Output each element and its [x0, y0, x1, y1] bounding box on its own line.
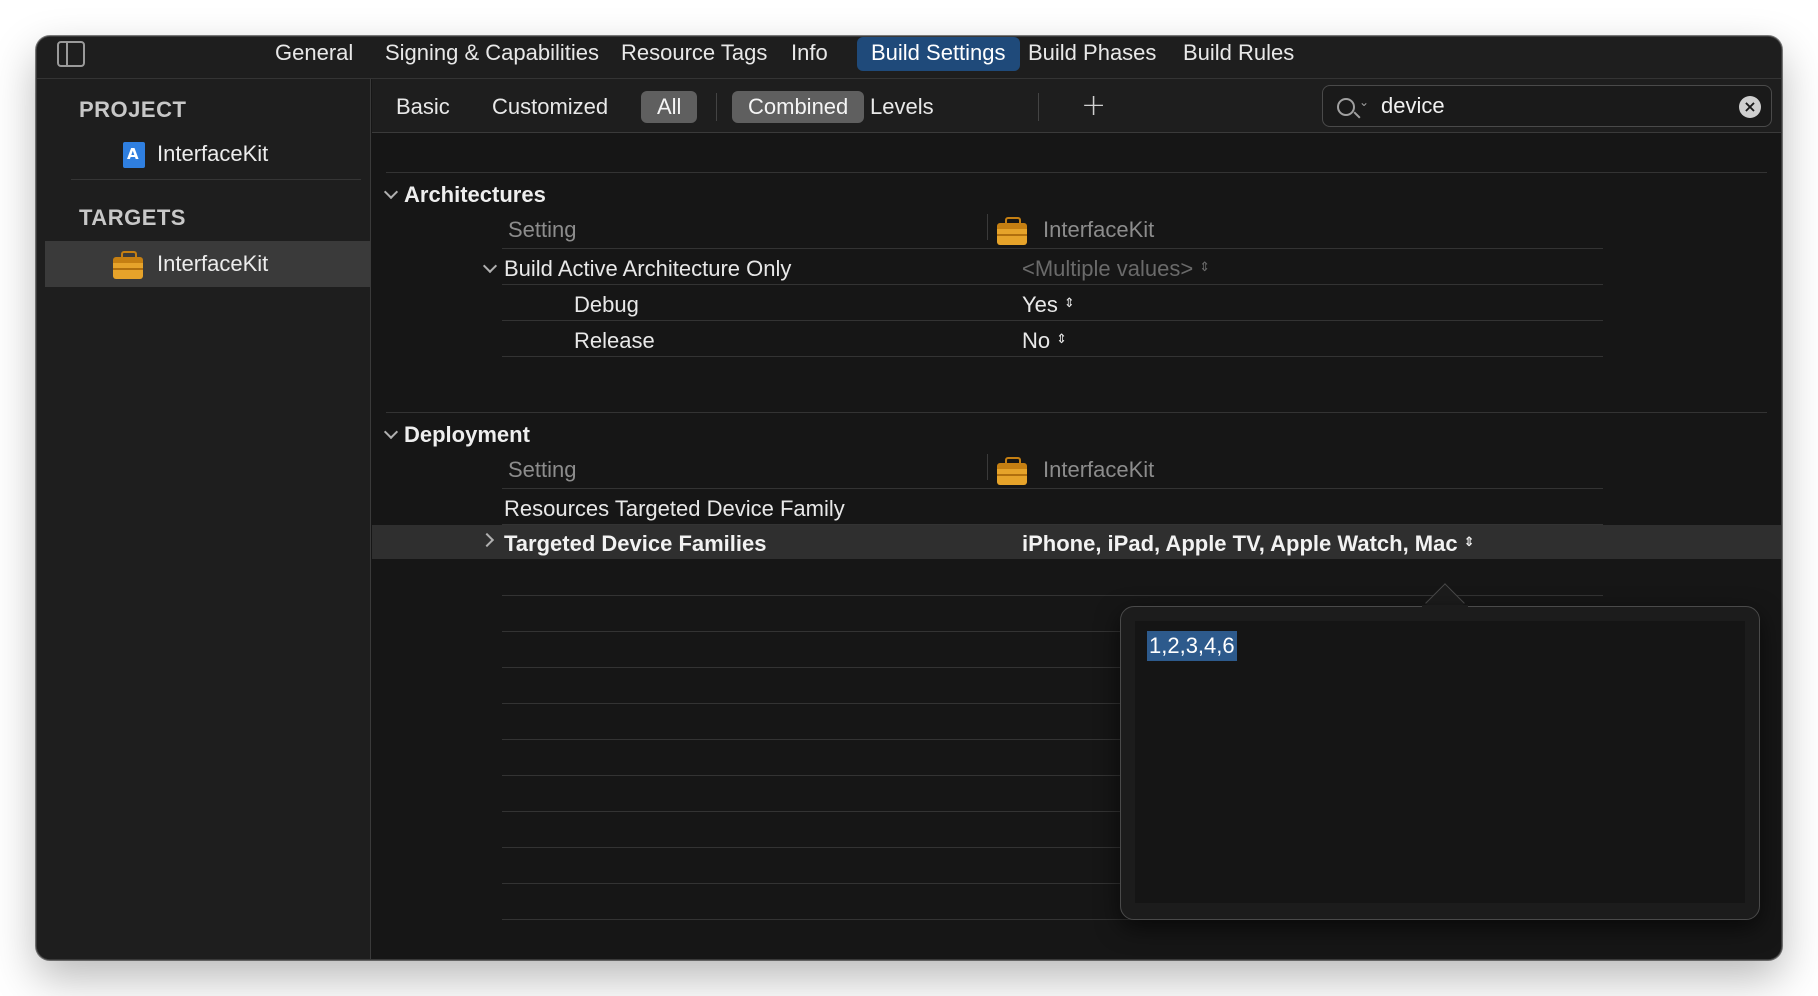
setting-name-debug[interactable]: Debug [574, 292, 639, 318]
row-divider [502, 320, 1603, 321]
targets-header: TARGETS [79, 205, 186, 230]
row-divider [502, 248, 1603, 249]
value-text: Yes [1022, 292, 1058, 317]
editor-tab-bar: General Signing & Capabilities Resource … [37, 37, 1781, 79]
value-editor-textarea[interactable] [1135, 621, 1745, 903]
section-header-architectures[interactable]: Architectures [404, 182, 546, 208]
setting-name-release[interactable]: Release [574, 328, 655, 354]
selected-value-text[interactable]: 1,2,3,4,6 [1147, 631, 1237, 661]
stepper-icon[interactable]: ⇕ [1056, 333, 1067, 346]
project-file-icon [123, 142, 145, 168]
stepper-icon[interactable]: ⇕ [1064, 297, 1075, 310]
setting-value-targeted-device-families[interactable]: iPhone, iPad, Apple TV, Apple Watch, Mac… [1022, 531, 1475, 557]
sidebar-item-label: InterfaceKit [157, 251, 269, 276]
tab-build-settings[interactable]: Build Settings [857, 37, 1020, 71]
sidebar-item-target[interactable]: InterfaceKit [45, 241, 371, 287]
tab-signing-capabilities[interactable]: Signing & Capabilities [371, 37, 613, 71]
section-divider [386, 412, 1767, 413]
filter-customized[interactable]: Customized [476, 91, 624, 123]
filter-all[interactable]: All [641, 91, 698, 123]
column-separator [987, 454, 988, 480]
value-editor-popover: 1,2,3,4,6 [1120, 606, 1760, 920]
toolbox-icon [997, 457, 1027, 485]
column-header-target: InterfaceKit [1043, 217, 1155, 242]
value-text: iPhone, iPad, Apple TV, Apple Watch, Mac [1022, 531, 1458, 556]
setting-value-release[interactable]: No ⇕ [1022, 328, 1067, 354]
value-text: <Multiple values> [1022, 256, 1194, 281]
column-header-setting: Setting [508, 217, 577, 242]
sidebar-item-label: InterfaceKit [157, 141, 269, 166]
chevron-down-icon[interactable] [383, 184, 399, 200]
toolbox-icon [997, 217, 1027, 245]
tab-info[interactable]: Info [777, 37, 842, 71]
search-input[interactable] [1381, 91, 1701, 121]
section-header-deployment[interactable]: Deployment [404, 422, 530, 448]
value-text: No [1022, 328, 1051, 353]
column-header-target: InterfaceKit [1043, 457, 1155, 482]
filter-basic[interactable]: Basic [380, 91, 466, 123]
chevron-down-icon[interactable] [383, 424, 399, 440]
section-divider [386, 172, 1767, 173]
popover-arrow-cover [1422, 605, 1468, 615]
toolbox-icon [113, 251, 143, 279]
tab-resource-tags[interactable]: Resource Tags [607, 37, 781, 71]
sidebar-toggle-icon[interactable] [57, 41, 85, 67]
chevron-down-icon[interactable]: ⌄ [1359, 95, 1369, 109]
filter-levels[interactable]: Levels [854, 91, 950, 123]
clear-icon[interactable]: × [1739, 96, 1761, 118]
column-separator [987, 214, 988, 240]
search-field[interactable]: ⌄ × [1322, 85, 1772, 127]
stepper-icon[interactable]: ⇕ [1464, 536, 1475, 549]
build-settings-filter-bar: Basic Customized All Combined Levels + ⌄… [372, 79, 1781, 133]
chevron-down-icon[interactable] [482, 258, 498, 274]
setting-value-debug[interactable]: Yes ⇕ [1022, 292, 1075, 318]
row-divider [502, 488, 1603, 489]
filter-separator [716, 93, 717, 121]
setting-name-build-active-arch[interactable]: Build Active Architecture Only [504, 256, 791, 282]
plus-icon[interactable]: + [1081, 89, 1106, 123]
tab-general[interactable]: General [261, 37, 367, 71]
row-divider [502, 284, 1603, 285]
tab-build-phases[interactable]: Build Phases [1014, 37, 1170, 71]
tab-build-rules[interactable]: Build Rules [1169, 37, 1308, 71]
project-header: PROJECT [79, 97, 187, 122]
filter-combined[interactable]: Combined [732, 91, 865, 123]
setting-value-build-active-arch[interactable]: <Multiple values> ⇕ [1022, 256, 1210, 282]
sidebar-divider [71, 179, 361, 180]
filter-separator [1038, 93, 1039, 121]
stepper-icon[interactable]: ⇕ [1199, 261, 1210, 274]
sidebar-item-project[interactable]: InterfaceKit [45, 131, 371, 177]
setting-name-targeted-device-families[interactable]: Targeted Device Families [504, 531, 767, 557]
column-header-setting: Setting [508, 457, 577, 482]
project-navigator-sidebar: PROJECT InterfaceKit TARGETS InterfaceKi… [37, 79, 371, 959]
search-icon[interactable] [1337, 98, 1355, 116]
setting-name-resources-device-family[interactable]: Resources Targeted Device Family [504, 496, 845, 522]
row-divider [502, 356, 1603, 357]
